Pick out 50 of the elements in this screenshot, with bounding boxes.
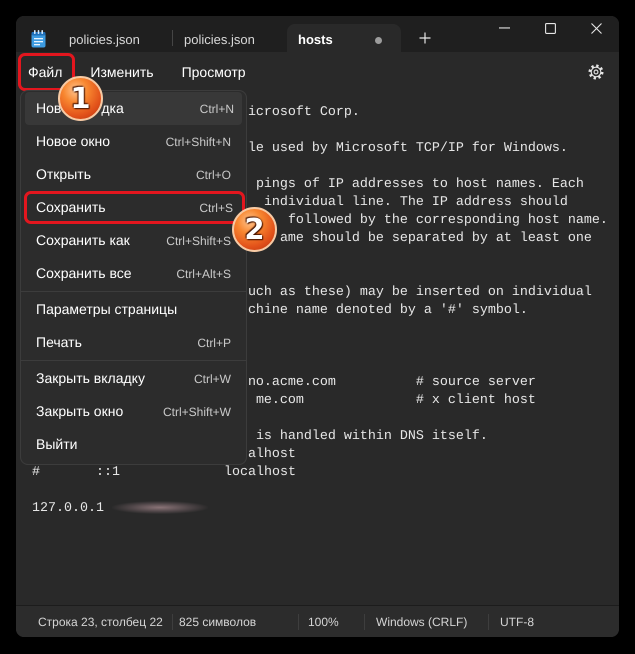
editor-text: pings of IP addresses to host names. Each (256, 176, 584, 194)
tab[interactable]: policies.json (173, 24, 287, 52)
status-text: UTF-8 (500, 614, 534, 628)
editor-text: me.com (256, 392, 304, 410)
editor-text: chine name denoted by a '#' symbol. (248, 302, 528, 320)
keyboard-shortcut: Ctrl+W (194, 370, 231, 388)
editor-text: localhost (224, 464, 296, 482)
menu-item[interactable]: Новое окно Ctrl+Shift+N (25, 125, 231, 158)
status-text: Строка 23, столбец 22 (38, 614, 163, 628)
tab[interactable]: policies.json (58, 24, 172, 52)
editor-text: 127.0.0.1 (32, 500, 104, 518)
editor-text: icrosoft Corp. (248, 104, 360, 122)
keyboard-shortcut: Ctrl+Alt+S (176, 266, 231, 282)
editor-text: no.acme.com (248, 374, 336, 392)
editor-text: # x client host (416, 392, 536, 410)
menu-bar-item[interactable]: Просмотр (174, 56, 254, 88)
keyboard-shortcut: Ctrl+N (200, 100, 234, 118)
menu-item[interactable]: Закрыть вкладку Ctrl+W (25, 362, 231, 395)
menu-item[interactable]: Параметры страницы (25, 293, 231, 326)
plus-icon (419, 32, 431, 44)
editor-text: # (32, 464, 40, 482)
menu-item[interactable]: Сохранить все Ctrl+Alt+S (25, 257, 231, 290)
tab[interactable]: hosts (287, 24, 401, 52)
notepad-icon (31, 30, 46, 48)
keyboard-shortcut: Ctrl+S (199, 200, 233, 216)
editor-text: # source server (416, 374, 536, 392)
status-text: 825 символов (179, 614, 256, 628)
menu-item[interactable]: Выйти (25, 428, 231, 461)
keyboard-shortcut: Ctrl+P (197, 334, 231, 352)
editor-text: alhost (248, 446, 296, 464)
status-text: Windows (CRLF) (376, 614, 468, 628)
editor-text: ::1 (96, 464, 120, 482)
menu-item[interactable]: Открыть Ctrl+O (25, 158, 231, 191)
menu-item[interactable]: Закрыть окно Ctrl+Shift+W (25, 395, 231, 428)
settings-icon (588, 64, 604, 80)
keyboard-shortcut: Ctrl+O (196, 166, 231, 184)
menu-item[interactable]: Печать Ctrl+P (25, 326, 231, 359)
minimize-icon (498, 27, 510, 29)
editor-text: followed by the corresponding host name. (288, 212, 608, 230)
keyboard-shortcut: Ctrl+Shift+N (166, 134, 231, 150)
keyboard-shortcut: Ctrl+Shift+S (166, 232, 231, 250)
close-icon (590, 22, 602, 34)
editor-text: is handled within DNS itself. (256, 428, 488, 446)
maximize-icon (544, 22, 556, 34)
status-text: 100% (308, 614, 339, 628)
keyboard-shortcut: Ctrl+Shift+W (162, 404, 231, 420)
editor-text: uch as these) may be inserted on individual (248, 284, 592, 302)
menu-item[interactable]: Сохранить как Ctrl+Shift+S (25, 224, 231, 257)
editor-text: ame should be separated by at least one (280, 230, 592, 248)
editor-text: le used by Microsoft TCP/IP for Windows. (248, 140, 568, 158)
